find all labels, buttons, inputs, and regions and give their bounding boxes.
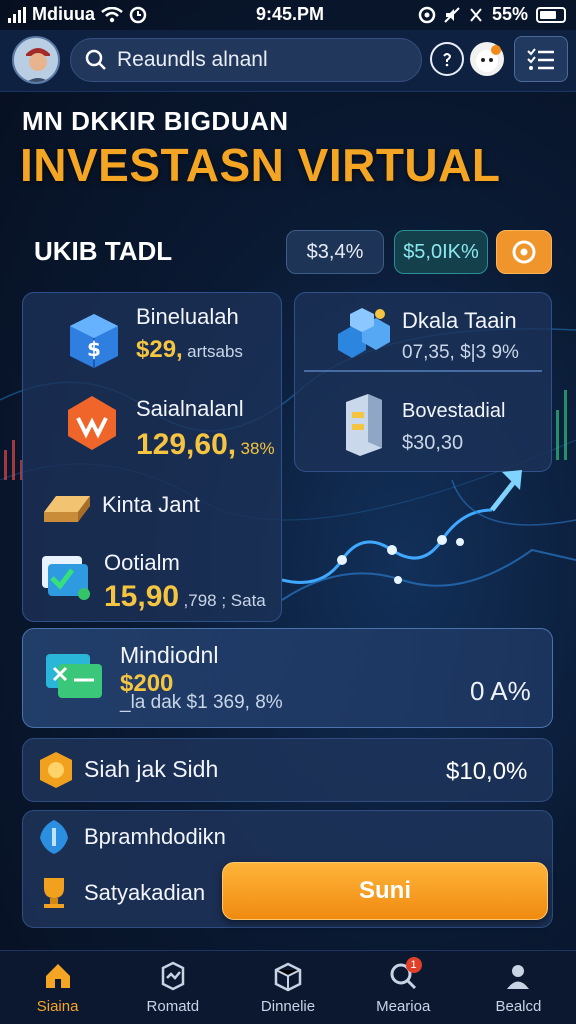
asset-2-note: 38% bbox=[240, 439, 275, 458]
panel-divider bbox=[304, 370, 542, 372]
nav-market-label: Dinnelie bbox=[260, 998, 316, 1015]
nav-profile-label: Bealcd bbox=[495, 998, 542, 1015]
search-icon bbox=[85, 49, 106, 70]
nav-profile[interactable]: Bealcd bbox=[461, 951, 576, 1024]
user-icon bbox=[507, 965, 530, 989]
wallet-icon bbox=[42, 556, 90, 600]
notification-icon bbox=[418, 6, 436, 23]
nav-portfolio[interactable]: Romatd bbox=[115, 951, 230, 1024]
mascot-icon bbox=[476, 45, 501, 72]
alarm-icon bbox=[129, 6, 147, 23]
exchange-icon bbox=[46, 654, 102, 698]
summary-label: UKIB TADL bbox=[34, 236, 173, 266]
right-2-title: Bovestadial bbox=[402, 400, 506, 422]
settings-button[interactable] bbox=[496, 230, 552, 274]
balance-label: Siah jak Sidh bbox=[84, 756, 219, 782]
nav-portfolio-label: Romatd bbox=[146, 998, 200, 1015]
search-input[interactable]: Reaundls alnanl bbox=[117, 48, 268, 72]
data-icon bbox=[470, 7, 482, 22]
asset-4-note: ,798 ; Sata bbox=[183, 591, 266, 610]
list-menu-icon bbox=[527, 48, 554, 70]
growth-chart-icon bbox=[282, 470, 576, 601]
nav-home[interactable]: Siaina bbox=[0, 951, 115, 1024]
carrier-name: Mdiuua bbox=[32, 4, 95, 24]
balance-value: $10,0% bbox=[446, 758, 528, 785]
cube-icon: $ bbox=[70, 314, 118, 368]
portfolio-change: 0 A% bbox=[470, 676, 531, 706]
asset-3-title: Kinta Jant bbox=[102, 492, 200, 517]
signal-icon bbox=[8, 6, 26, 23]
gold-bar-icon bbox=[44, 496, 90, 522]
mascot-button[interactable] bbox=[470, 42, 504, 76]
summary-pill-2[interactable]: $5,0IK% bbox=[394, 230, 488, 274]
portfolio-sub: _la dak $1 369, 8% bbox=[120, 692, 283, 713]
portfolio-title: Mindiodnl bbox=[120, 642, 219, 668]
asset-4-title: Ootialm bbox=[104, 550, 180, 575]
nav-market[interactable]: Dinnelie bbox=[230, 951, 345, 1024]
avatar[interactable] bbox=[12, 36, 60, 84]
wifi-icon bbox=[101, 6, 123, 22]
hero-subtitle: MN DKKIR BIGDUAN bbox=[22, 106, 289, 136]
nav-messages[interactable]: 1 Mearioa bbox=[346, 951, 461, 1024]
asset-2-title: Saialnalanl bbox=[136, 396, 244, 421]
hero-title: INVESTASN VIRTUAL bbox=[20, 139, 501, 191]
right-1-sub: 07,35, $|3 9% bbox=[402, 342, 519, 363]
bottom-nav: Siaina Romatd Dinnelie 1 Mearioa Bealcd bbox=[0, 950, 576, 1024]
asset-1-value: $29, bbox=[136, 336, 183, 363]
right-1-title: Dkala Taain bbox=[402, 308, 517, 333]
asset-1-note: artsabs bbox=[187, 342, 243, 361]
notification-badge: 1 bbox=[405, 957, 422, 973]
svg-text:$: $ bbox=[87, 337, 101, 361]
coin-badge-icon bbox=[40, 752, 72, 788]
summary-pill-1[interactable]: $3,4% bbox=[286, 230, 384, 274]
hexagon-icon bbox=[68, 396, 116, 450]
chart-box-icon bbox=[161, 961, 185, 991]
search-bar[interactable]: Reaundls alnanl bbox=[70, 38, 422, 82]
battery-percent: 55% bbox=[491, 4, 528, 24]
asset-2-value: 129,60, bbox=[136, 428, 237, 461]
action-line-1: Bpramhdodikn bbox=[84, 824, 226, 849]
blocks-icon bbox=[338, 308, 390, 358]
menu-button[interactable] bbox=[514, 36, 568, 82]
status-bar: Mdiuua 9:45.PM 55% bbox=[0, 0, 576, 28]
asset-4-value: 15,90 bbox=[104, 580, 180, 613]
asset-1-title: Binelualah bbox=[136, 304, 239, 329]
clock: 9:45.PM bbox=[256, 4, 325, 24]
shield-icon bbox=[40, 820, 68, 854]
nav-messages-label: Mearioa bbox=[376, 998, 431, 1015]
action-line-2: Satyakadian bbox=[84, 880, 206, 905]
box-icon bbox=[274, 962, 302, 992]
submit-button[interactable]: Suni bbox=[222, 862, 548, 920]
trophy-icon bbox=[44, 878, 64, 908]
home-icon bbox=[45, 964, 70, 988]
target-icon bbox=[512, 240, 536, 264]
mute-icon bbox=[444, 6, 460, 23]
nav-home-label: Siaina bbox=[36, 998, 79, 1015]
help-button[interactable] bbox=[430, 42, 464, 76]
battery-icon bbox=[536, 6, 566, 23]
info-icon bbox=[443, 53, 452, 67]
